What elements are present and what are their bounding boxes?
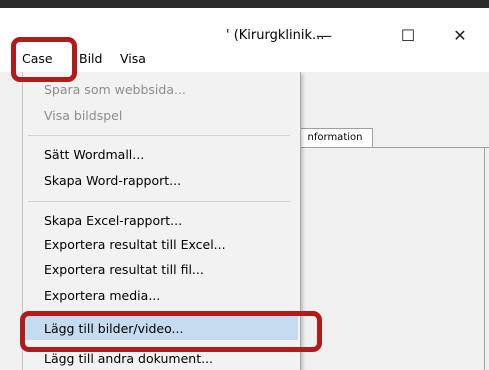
close-button[interactable]: ✕: [447, 24, 473, 46]
menu-separator: [28, 201, 290, 202]
menu-item-add-other-documents[interactable]: Lägg till andra dokument...: [44, 351, 213, 366]
menu-separator: [28, 135, 290, 136]
panel-border-right: [484, 147, 485, 370]
annotation-highlight-add-images: [20, 311, 322, 352]
menu-item-export-results-excel[interactable]: Exportera resultat till Excel...: [44, 237, 226, 252]
menu-item-export-media[interactable]: Exportera media...: [44, 288, 160, 303]
maximize-button[interactable]: ☐: [395, 24, 421, 46]
menu-item-create-word-report[interactable]: Skapa Word-rapport...: [44, 173, 181, 188]
window-title: ' (Kirurgklinik...: [226, 28, 325, 43]
menu-item-create-excel-report[interactable]: Skapa Excel-rapport...: [44, 213, 182, 228]
minimize-button[interactable]: —: [311, 24, 337, 46]
menu-item-slideshow: Visa bildspel: [44, 108, 123, 123]
menu-item-set-word-template[interactable]: Sätt Wordmall...: [44, 147, 144, 162]
panel-border-top: [297, 147, 489, 148]
top-border: [0, 0, 489, 8]
menu-item-save-webpage: Spara som webbsida...: [44, 82, 186, 97]
menu-bild[interactable]: Bild: [79, 51, 102, 66]
menu-item-export-results-file[interactable]: Exportera resultat till fil...: [44, 262, 204, 277]
tab-information[interactable]: nformation: [297, 128, 373, 147]
annotation-highlight-case: [11, 37, 77, 82]
menu-visa[interactable]: Visa: [120, 51, 146, 66]
